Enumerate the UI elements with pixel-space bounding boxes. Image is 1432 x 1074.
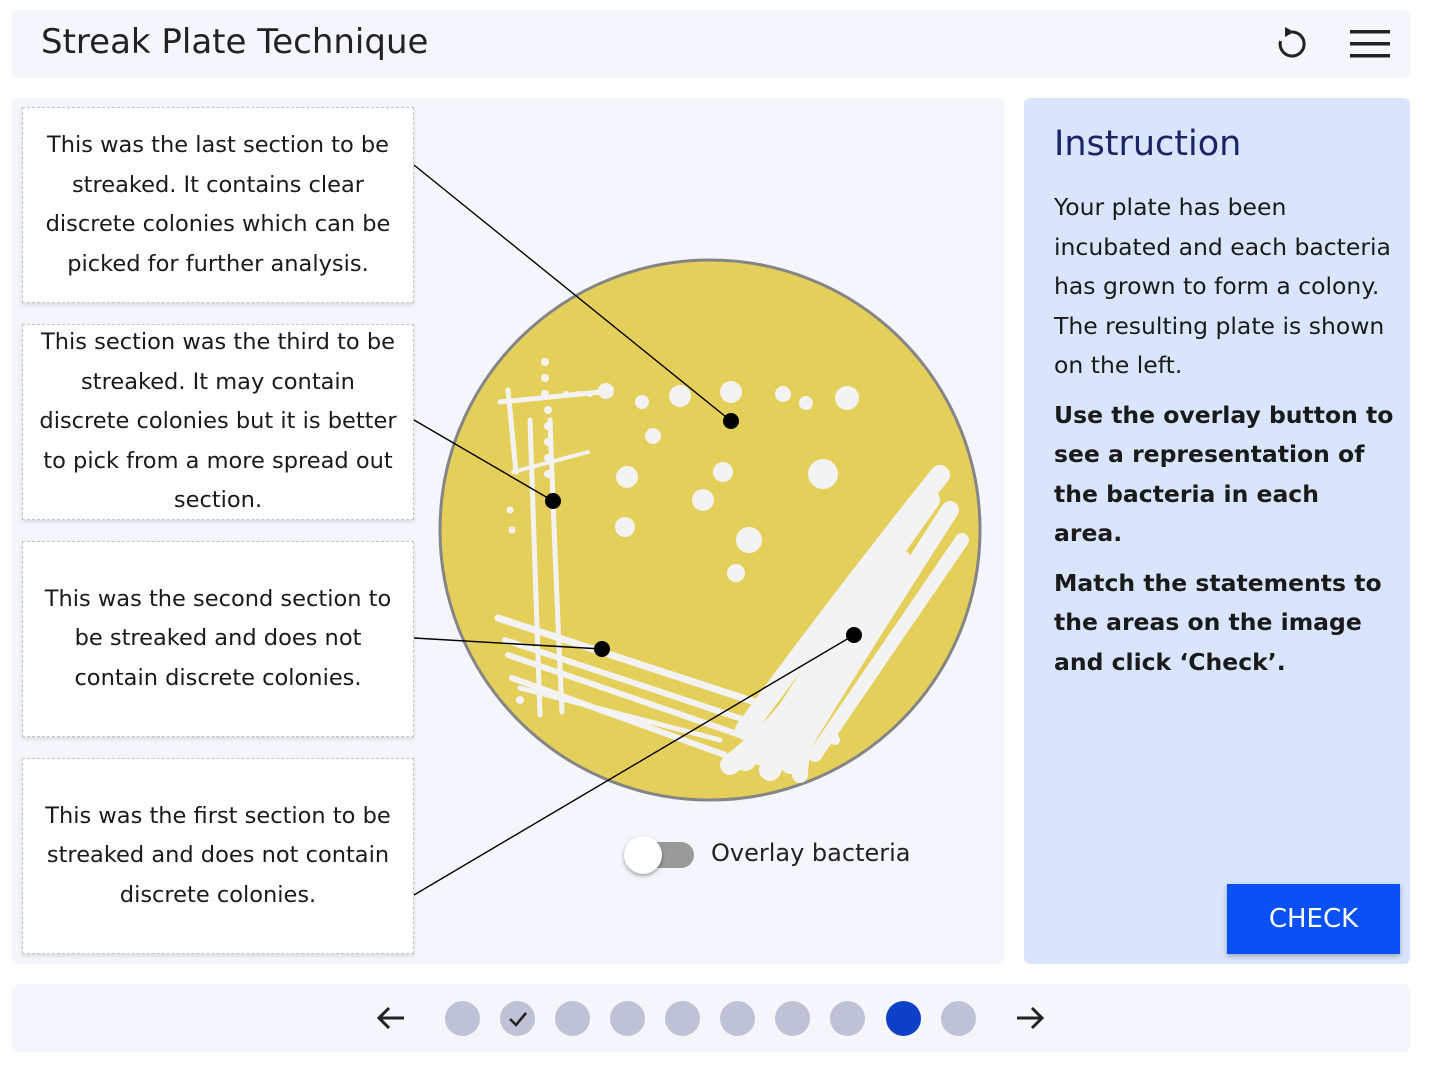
- drop-target-last-section[interactable]: [723, 413, 739, 429]
- instruction-paragraph: Your plate has been incubated and each b…: [1054, 193, 1391, 379]
- hamburger-menu-icon: [1350, 30, 1390, 58]
- drop-target-first-section[interactable]: [846, 627, 862, 643]
- page-dot-10[interactable]: [941, 1001, 976, 1036]
- pagination-bar: [12, 984, 1410, 1052]
- overlay-bacteria-toggle[interactable]: [624, 836, 694, 874]
- checkmark-icon: [508, 1011, 527, 1027]
- overlay-bacteria-label: Overlay bacteria: [711, 839, 911, 867]
- instruction-paragraph-match: Match the statements to the areas on the…: [1054, 568, 1382, 676]
- toggle-knob: [624, 836, 662, 874]
- page-dot-5[interactable]: [665, 1001, 700, 1036]
- arrow-right-icon: [1017, 1006, 1045, 1030]
- page-dot-9-current[interactable]: [886, 1001, 921, 1036]
- previous-page-button[interactable]: [373, 1000, 409, 1036]
- page-dot-3[interactable]: [555, 1001, 590, 1036]
- instruction-body: Your plate has been incubated and each b…: [1054, 188, 1394, 692]
- reset-icon: [1278, 27, 1306, 58]
- reset-button[interactable]: [1272, 24, 1312, 64]
- instruction-title: Instruction: [1054, 124, 1242, 164]
- page-dot-7[interactable]: [775, 1001, 810, 1036]
- drop-target-third-section[interactable]: [545, 493, 561, 509]
- page-dot-2[interactable]: [500, 1001, 535, 1036]
- page-dot-1[interactable]: [445, 1001, 480, 1036]
- instruction-panel: Instruction Your plate has been incubate…: [1024, 98, 1410, 964]
- arrow-left-icon: [376, 1006, 404, 1030]
- instruction-paragraph-overlay: Use the overlay button to see a represen…: [1054, 400, 1394, 548]
- page-dot-6[interactable]: [720, 1001, 755, 1036]
- check-button[interactable]: CHECK: [1227, 884, 1400, 954]
- menu-button[interactable]: [1349, 24, 1390, 64]
- streak-plate-diagram: [413, 164, 982, 896]
- page-dot-4[interactable]: [610, 1001, 645, 1036]
- drop-target-second-section[interactable]: [594, 641, 610, 657]
- next-page-button[interactable]: [1012, 1000, 1048, 1036]
- page-dot-8[interactable]: [830, 1001, 865, 1036]
